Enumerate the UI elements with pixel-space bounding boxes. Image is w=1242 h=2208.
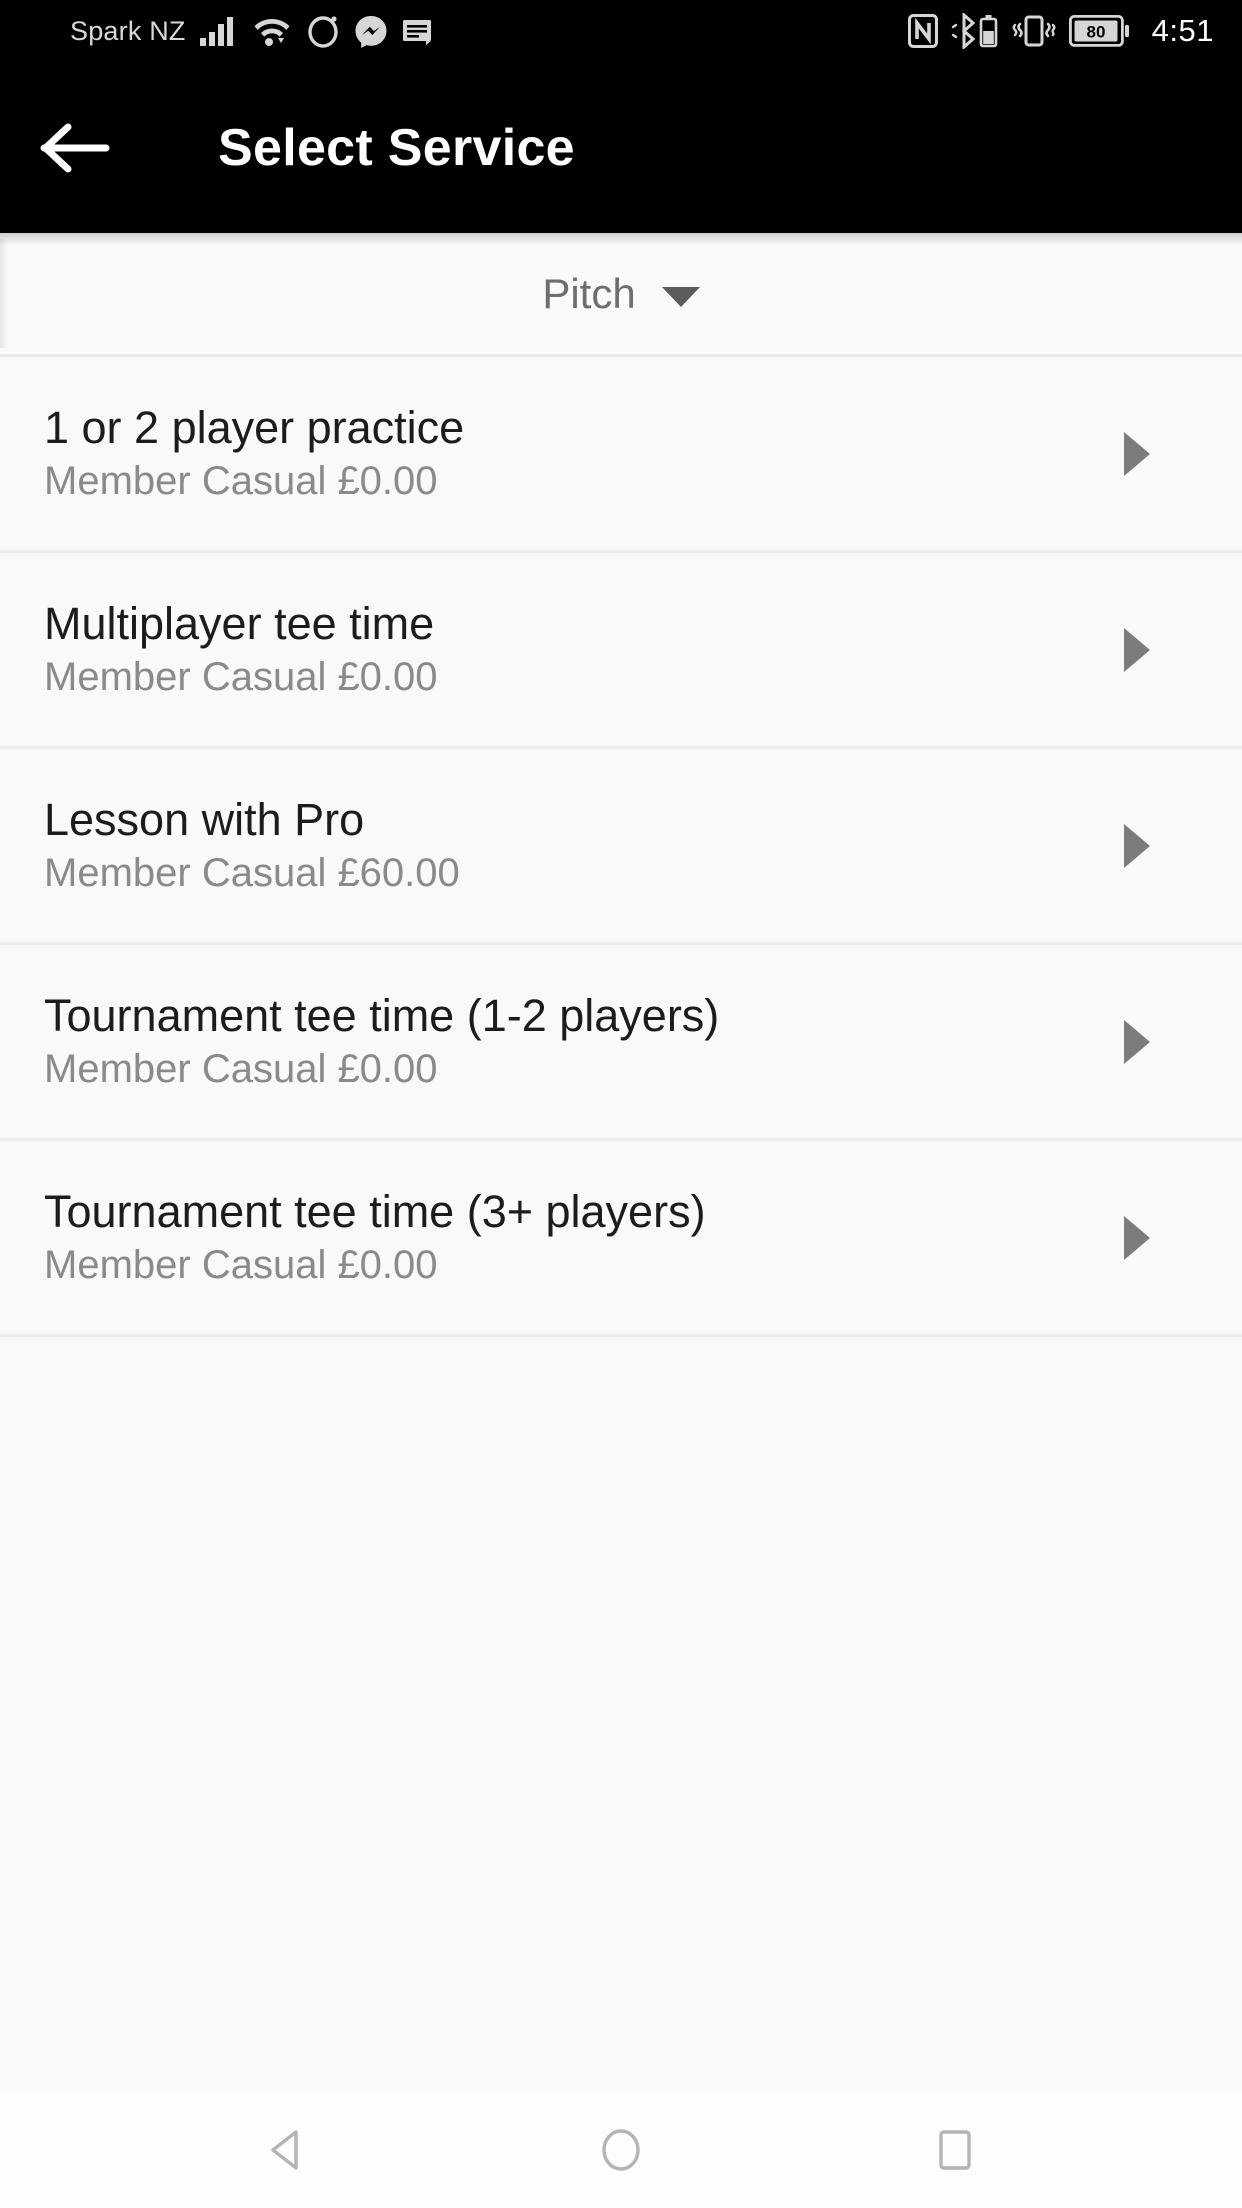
chevron-right-icon bbox=[1124, 1019, 1150, 1064]
service-price: Member Casual £60.00 bbox=[44, 851, 460, 896]
service-item-texts: Multiplayer tee time Member Casual £0.00 bbox=[44, 598, 1124, 701]
service-name: Multiplayer tee time bbox=[44, 598, 435, 650]
service-name: Tournament tee time (3+ players) bbox=[44, 1186, 706, 1238]
opera-icon bbox=[307, 16, 338, 48]
service-item-texts: 1 or 2 player practice Member Casual £0.… bbox=[44, 402, 1124, 505]
service-price: Member Casual £0.00 bbox=[44, 459, 438, 504]
service-list: 1 or 2 player practice Member Casual £0.… bbox=[0, 357, 1242, 1337]
nav-recents-icon bbox=[939, 2130, 971, 2170]
wifi-icon bbox=[254, 19, 290, 46]
page-title: Select Service bbox=[218, 118, 575, 177]
messenger-icon bbox=[355, 16, 387, 48]
service-name: Tournament tee time (1-2 players) bbox=[44, 990, 720, 1042]
arrow-left-icon bbox=[40, 123, 110, 172]
app-bar: Select Service bbox=[0, 62, 1242, 233]
caret-down-icon bbox=[661, 286, 700, 307]
service-list-item[interactable]: Tournament tee time (1-2 players) Member… bbox=[0, 945, 1242, 1141]
vibrate-icon bbox=[1012, 15, 1056, 47]
service-list-item[interactable]: Lesson with Pro Member Casual £60.00 bbox=[0, 749, 1242, 945]
nav-back-button[interactable] bbox=[212, 2092, 362, 2208]
chevron-right-icon bbox=[1124, 627, 1150, 672]
signal-bars-icon bbox=[199, 17, 233, 46]
service-item-texts: Tournament tee time (1-2 players) Member… bbox=[44, 990, 1124, 1093]
nav-back-icon bbox=[271, 2130, 298, 2170]
service-list-item[interactable]: Multiplayer tee time Member Casual £0.00 bbox=[0, 553, 1242, 749]
service-list-item[interactable]: Tournament tee time (3+ players) Member … bbox=[0, 1141, 1242, 1337]
service-price: Member Casual £0.00 bbox=[44, 1243, 438, 1288]
bluetooth-battery-icon bbox=[951, 13, 997, 49]
nfc-icon bbox=[907, 14, 938, 48]
android-navigation-bar bbox=[0, 2092, 1242, 2208]
content-area: Pitch 1 or 2 player practice Member Casu… bbox=[0, 233, 1242, 2092]
chevron-right-icon bbox=[1124, 1215, 1150, 1260]
status-bar-left: Spark NZ bbox=[70, 14, 432, 48]
service-category-filter-row: Pitch bbox=[0, 233, 1242, 357]
service-name: 1 or 2 player practice bbox=[44, 402, 465, 454]
status-clock: 4:51 bbox=[1151, 13, 1214, 48]
back-button[interactable] bbox=[0, 62, 150, 233]
notes-icon bbox=[402, 20, 431, 45]
nav-recents-button[interactable] bbox=[880, 2092, 1030, 2208]
category-dropdown-label: Pitch bbox=[542, 269, 636, 317]
service-item-texts: Tournament tee time (3+ players) Member … bbox=[44, 1186, 1124, 1289]
status-bar-right: 80 4:51 bbox=[907, 13, 1214, 49]
nav-home-icon bbox=[602, 2129, 640, 2171]
svg-text:80: 80 bbox=[1086, 23, 1105, 42]
service-name: Lesson with Pro bbox=[44, 794, 365, 846]
nav-home-button[interactable] bbox=[546, 2092, 696, 2208]
category-dropdown[interactable]: Pitch bbox=[522, 260, 719, 328]
battery-icon: 80 bbox=[1068, 15, 1129, 47]
app-bar-shadow bbox=[0, 233, 1242, 245]
phone-screen: Spark NZ 80 4:51 Select Service Pitch 1 … bbox=[0, 0, 1242, 2208]
chevron-right-icon bbox=[1124, 823, 1150, 868]
carrier-label: Spark NZ bbox=[70, 15, 186, 46]
status-bar: Spark NZ 80 4:51 bbox=[0, 0, 1242, 62]
service-item-texts: Lesson with Pro Member Casual £60.00 bbox=[44, 794, 1124, 897]
service-list-item[interactable]: 1 or 2 player practice Member Casual £0.… bbox=[0, 357, 1242, 553]
service-price: Member Casual £0.00 bbox=[44, 1047, 438, 1092]
service-price: Member Casual £0.00 bbox=[44, 655, 438, 700]
chevron-right-icon bbox=[1124, 431, 1150, 476]
